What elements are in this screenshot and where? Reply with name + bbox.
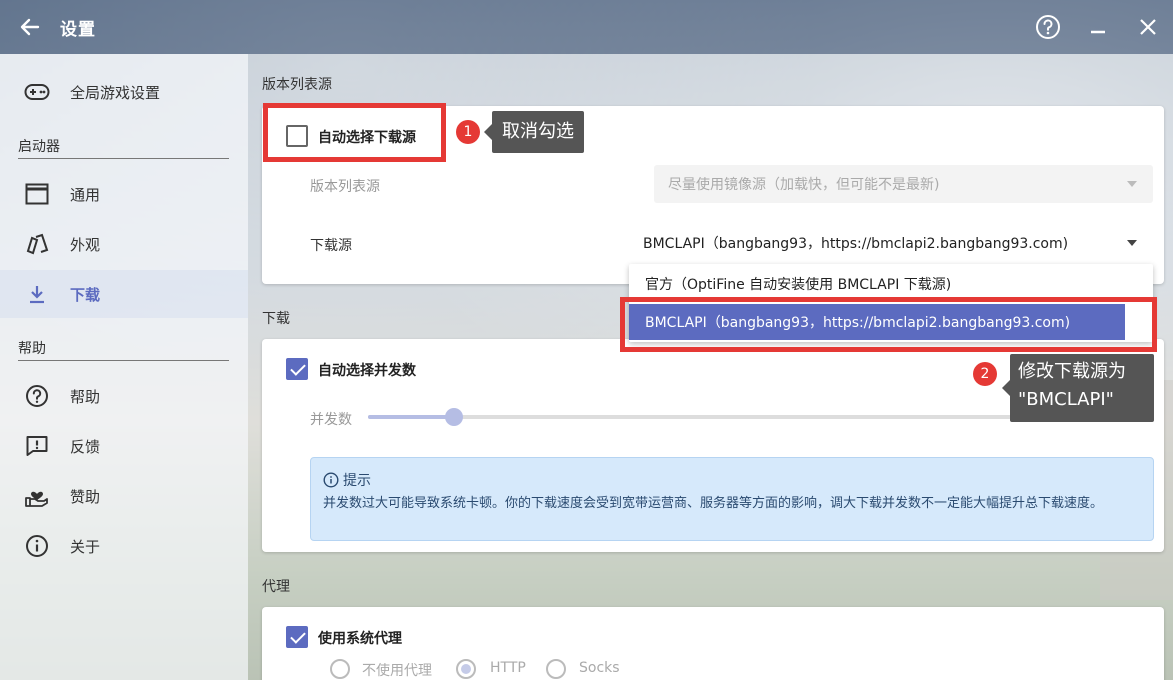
sidebar: 全局游戏设置 启动器 通用 外观 下载 帮助 帮助 反馈 赞助 关于 <box>0 54 248 680</box>
sidebar-item-label: 通用 <box>70 185 101 204</box>
gamepad-icon <box>24 79 50 105</box>
annotation-highlight-box-2 <box>620 297 1157 352</box>
annotation-callout-2-line2: "BMCLAPI" <box>1018 389 1114 410</box>
sidebar-item-label: 全局游戏设置 <box>70 83 161 102</box>
sidebar-item-label: 下载 <box>70 285 101 304</box>
back-arrow-icon[interactable] <box>18 15 42 39</box>
feedback-icon <box>24 433 50 459</box>
sidebar-item-label: 反馈 <box>70 437 101 456</box>
proxy-none-radio[interactable] <box>330 659 350 679</box>
section-title-proxy: 代理 <box>262 579 290 595</box>
proxy-none-label: 不使用代理 <box>362 663 432 679</box>
sidebar-item-label: 关于 <box>70 537 101 556</box>
use-system-proxy-checkbox[interactable] <box>286 626 308 648</box>
concurrency-label: 并发数 <box>310 412 352 428</box>
sidebar-group-launcher: 启动器 <box>18 136 229 159</box>
hint-body: 并发数过大可能导致系统卡顿。你的下载速度会受到宽带运营商、服务器等方面的影响，调… <box>323 496 1104 511</box>
download-source-value: BMCLAPI（bangbang93，https://bmclapi2.bang… <box>643 236 1069 252</box>
concurrency-slider-fill <box>368 415 454 419</box>
annotation-callout-2-line1: 修改下载源为 <box>1018 361 1126 382</box>
proxy-socks-radio[interactable] <box>546 659 566 679</box>
palette-cards-icon <box>24 231 50 257</box>
section-title-download: 下载 <box>262 311 290 327</box>
sidebar-item-global-game-settings[interactable]: 全局游戏设置 <box>0 68 248 116</box>
minimize-icon[interactable] <box>1073 0 1123 54</box>
sidebar-item-sponsor[interactable]: 赞助 <box>0 472 248 520</box>
annotation-badge-1: 1 <box>456 120 480 144</box>
version-list-source-select[interactable]: 尽量使用镜像源（加载快，但可能不是最新) <box>654 165 1153 203</box>
chevron-down-icon <box>1127 181 1137 187</box>
section-title-version-source: 版本列表源 <box>262 77 332 93</box>
annotation-badge-2: 2 <box>973 362 997 386</box>
download-icon <box>24 281 50 307</box>
proxy-socks-label: Socks <box>579 660 620 676</box>
chevron-down-icon <box>1127 240 1137 246</box>
help-icon[interactable] <box>1023 0 1073 54</box>
sidebar-item-download[interactable]: 下载 <box>0 270 248 318</box>
annotation-highlight-box-1 <box>263 103 446 162</box>
annotation-callout-1: 取消勾选 <box>484 111 584 153</box>
concurrency-slider-thumb[interactable] <box>445 408 463 426</box>
download-source-select[interactable]: BMCLAPI（bangbang93，https://bmclapi2.bang… <box>629 224 1153 262</box>
window-icon <box>24 181 50 207</box>
hint-title: 提示 <box>323 470 371 490</box>
proxy-http-label: HTTP <box>490 660 526 676</box>
use-system-proxy-label: 使用系统代理 <box>318 631 402 647</box>
version-list-source-value: 尽量使用镜像源（加载快，但可能不是最新) <box>668 177 940 193</box>
sidebar-item-label: 帮助 <box>70 387 101 406</box>
info-circle-icon <box>323 472 339 488</box>
proxy-http-radio[interactable] <box>456 659 476 679</box>
sidebar-item-feedback[interactable]: 反馈 <box>0 422 248 470</box>
page-title: 设置 <box>60 19 96 40</box>
question-circle-icon <box>24 383 50 409</box>
download-source-label: 下载源 <box>310 238 352 254</box>
hand-heart-icon <box>24 483 50 509</box>
title-bar: 设置 <box>0 0 1173 54</box>
auto-concurrency-checkbox[interactable] <box>286 358 308 380</box>
close-icon[interactable] <box>1123 0 1173 54</box>
sidebar-item-about[interactable]: 关于 <box>0 522 248 570</box>
sidebar-group-help: 帮助 <box>18 338 229 361</box>
concurrency-slider-track[interactable] <box>368 415 1088 419</box>
version-list-source-label: 版本列表源 <box>310 179 380 195</box>
hint-box: 提示 并发数过大可能导致系统卡顿。你的下载速度会受到宽带运营商、服务器等方面的影… <box>310 457 1154 541</box>
sidebar-item-general[interactable]: 通用 <box>0 170 248 218</box>
auto-concurrency-label: 自动选择并发数 <box>318 363 416 379</box>
sidebar-item-label: 外观 <box>70 235 101 254</box>
sidebar-item-label: 赞助 <box>70 487 101 506</box>
hint-title-text: 提示 <box>343 473 371 489</box>
annotation-callout-2: 修改下载源为 "BMCLAPI" <box>1002 354 1154 422</box>
sidebar-item-help[interactable]: 帮助 <box>0 372 248 420</box>
sidebar-item-appearance[interactable]: 外观 <box>0 220 248 268</box>
info-circle-icon <box>24 533 50 559</box>
